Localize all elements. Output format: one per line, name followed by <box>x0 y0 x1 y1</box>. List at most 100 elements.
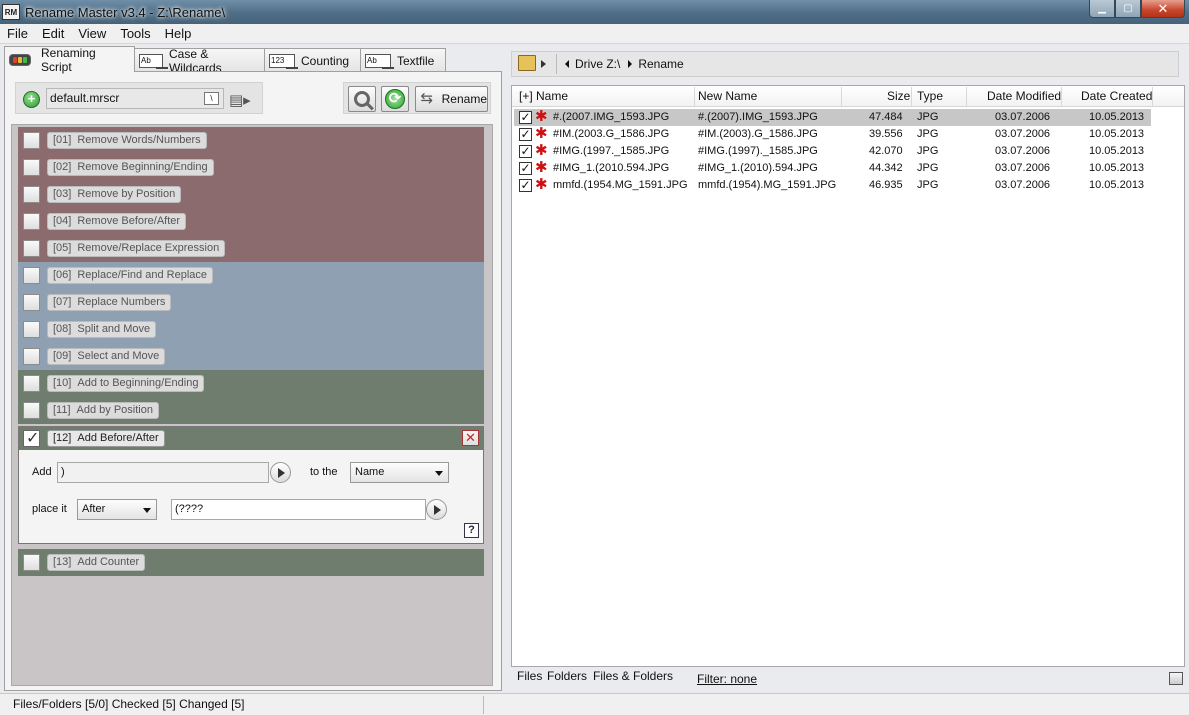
module-12-header[interactable]: [12] Add Before/After ✕ <box>19 427 483 450</box>
add-script-button[interactable]: + <box>23 91 40 108</box>
script-file-field[interactable]: default.mrscr \ <box>46 88 224 109</box>
column-size[interactable]: Size <box>887 89 910 103</box>
module-label[interactable]: [10] Add to Beginning/Ending <box>47 375 205 392</box>
minimize-icon: ▁ <box>1098 3 1106 14</box>
column-divider[interactable] <box>841 87 842 106</box>
module-label[interactable]: [04] Remove Before/After <box>47 213 187 230</box>
module-checkbox[interactable] <box>23 213 40 230</box>
column-type[interactable]: Type <box>917 89 943 103</box>
tab-folders[interactable]: Folders <box>547 669 587 683</box>
module-label[interactable]: [12] Add Before/After <box>47 430 165 447</box>
close-button[interactable]: ✕ <box>1141 0 1185 18</box>
module-checkbox[interactable] <box>23 159 40 176</box>
checkbox-checked-icon[interactable]: ✓ <box>519 179 532 192</box>
close-module-button[interactable]: ✕ <box>462 430 479 446</box>
position-select[interactable]: After <box>77 499 157 520</box>
module-checkbox[interactable] <box>23 132 40 149</box>
script-menu-button[interactable]: ▤▸ <box>229 91 259 109</box>
preview-button[interactable] <box>348 86 376 112</box>
file-row[interactable]: ✓ ✱ #IM.(2003.G_1586.JPG #IM.(2003).G_15… <box>514 126 1151 143</box>
module-01[interactable]: [01] Remove Words/Numbers <box>18 127 484 154</box>
column-divider[interactable] <box>1152 87 1153 106</box>
module-09[interactable]: [09] Select and Move <box>18 343 484 370</box>
module-label[interactable]: [05] Remove/Replace Expression <box>47 240 226 257</box>
column-divider[interactable] <box>694 87 695 106</box>
tab-case-wildcards[interactable]: Ab Case & Wildcards <box>134 47 265 75</box>
insert-button[interactable] <box>270 462 291 483</box>
module-04[interactable]: [04] Remove Before/After <box>18 208 484 235</box>
panel-options-button[interactable] <box>1169 672 1183 685</box>
module-checkbox[interactable] <box>23 348 40 365</box>
module-checkbox[interactable] <box>23 186 40 203</box>
module-02[interactable]: [02] Remove Beginning/Ending <box>18 154 484 181</box>
module-label[interactable]: [03] Remove by Position <box>47 186 182 203</box>
checkbox-checked-icon[interactable]: ✓ <box>519 145 532 158</box>
rename-button[interactable]: ⇆ Rename <box>415 86 488 112</box>
tab-counting[interactable]: 123 Counting <box>264 48 361 72</box>
column-new-name[interactable]: New Name <box>698 89 757 103</box>
module-checkbox[interactable] <box>23 240 40 257</box>
minimize-button[interactable]: ▁ <box>1089 0 1115 18</box>
module-label[interactable]: [08] Split and Move <box>47 321 157 338</box>
module-checkbox[interactable] <box>23 375 40 392</box>
tab-renaming-script[interactable]: Renaming Script <box>4 46 135 74</box>
breadcrumb-drive[interactable]: Drive Z:\ <box>575 57 620 71</box>
column-date-modified[interactable]: Date Modified <box>987 89 1061 103</box>
menu-file[interactable]: File <box>0 26 35 41</box>
module-07[interactable]: [07] Replace Numbers <box>18 289 484 316</box>
module-checkbox[interactable] <box>23 402 40 419</box>
column-divider[interactable] <box>966 87 967 106</box>
file-row[interactable]: ✓ ✱ #IMG_1.(2010.594.JPG #IMG_1.(2010).5… <box>514 160 1151 177</box>
tab-files-folders[interactable]: Files & Folders <box>593 669 673 683</box>
script-browse-button[interactable]: \ <box>204 92 219 105</box>
file-row[interactable]: ✓ ✱ mmfd.(1954.MG_1591.JPG mmfd.(1954).M… <box>514 177 1151 194</box>
module-checkbox[interactable] <box>23 321 40 338</box>
module-label[interactable]: [01] Remove Words/Numbers <box>47 132 207 149</box>
nav-arrow-icon[interactable] <box>541 60 546 68</box>
checkbox-checked-icon[interactable]: ✓ <box>519 111 532 124</box>
maximize-button[interactable]: ▢ <box>1115 0 1141 18</box>
module-label[interactable]: [06] Replace/Find and Replace <box>47 267 213 284</box>
module-label[interactable]: [11] Add by Position <box>47 402 159 419</box>
module-10[interactable]: [10] Add to Beginning/Ending <box>18 370 484 397</box>
file-row[interactable]: ✓ ✱ #IMG.(1997._1585.JPG #IMG.(1997)._15… <box>514 143 1151 160</box>
column-date-created[interactable]: Date Created <box>1081 89 1152 103</box>
add-text-input[interactable]: ) <box>57 462 269 483</box>
breadcrumb-folder[interactable]: Rename <box>638 57 683 71</box>
menu-help[interactable]: Help <box>158 26 199 41</box>
module-label[interactable]: [13] Add Counter <box>47 554 146 571</box>
module-label[interactable]: [09] Select and Move <box>47 348 166 365</box>
pattern-input[interactable]: (???? <box>171 499 426 520</box>
checkbox-checked-icon[interactable]: ✓ <box>519 162 532 175</box>
module-label[interactable]: [07] Replace Numbers <box>47 294 172 311</box>
module-label[interactable]: [02] Remove Beginning/Ending <box>47 159 214 176</box>
module-05[interactable]: [05] Remove/Replace Expression <box>18 235 484 262</box>
menu-edit[interactable]: Edit <box>35 26 71 41</box>
module-checkbox[interactable] <box>23 554 40 571</box>
module-08[interactable]: [08] Split and Move <box>18 316 484 343</box>
insert-pattern-button[interactable] <box>426 499 447 520</box>
column-divider[interactable] <box>911 87 912 106</box>
module-11[interactable]: [11] Add by Position <box>18 397 484 424</box>
file-row[interactable]: ✓ ✱ #.(2007.IMG_1593.JPG #.(2007).IMG_15… <box>514 109 1151 126</box>
module-13[interactable]: [13] Add Counter <box>18 549 484 576</box>
menu-tools[interactable]: Tools <box>113 26 157 41</box>
help-button[interactable]: ? <box>464 523 479 538</box>
menu-view[interactable]: View <box>71 26 113 41</box>
module-checkbox[interactable] <box>23 294 40 311</box>
module-03[interactable]: [03] Remove by Position <box>18 181 484 208</box>
module-06[interactable]: [06] Replace/Find and Replace <box>18 262 484 289</box>
filter-link[interactable]: Filter: none <box>697 672 757 686</box>
chevron-left-icon[interactable] <box>565 60 569 68</box>
tab-textfile[interactable]: Ab Textfile <box>360 48 446 72</box>
module-checkbox[interactable] <box>23 267 40 284</box>
module-checkbox-checked[interactable] <box>23 428 40 448</box>
checkbox-checked-icon[interactable]: ✓ <box>519 128 532 141</box>
chevron-right-icon[interactable] <box>628 60 633 68</box>
column-name[interactable]: [+] Name <box>519 89 568 103</box>
refresh-button[interactable]: ⟳ <box>381 86 409 112</box>
target-select[interactable]: Name <box>350 462 449 483</box>
folder-icon[interactable] <box>518 55 536 71</box>
tab-files[interactable]: Files <box>517 669 542 683</box>
column-divider[interactable] <box>1061 87 1062 106</box>
